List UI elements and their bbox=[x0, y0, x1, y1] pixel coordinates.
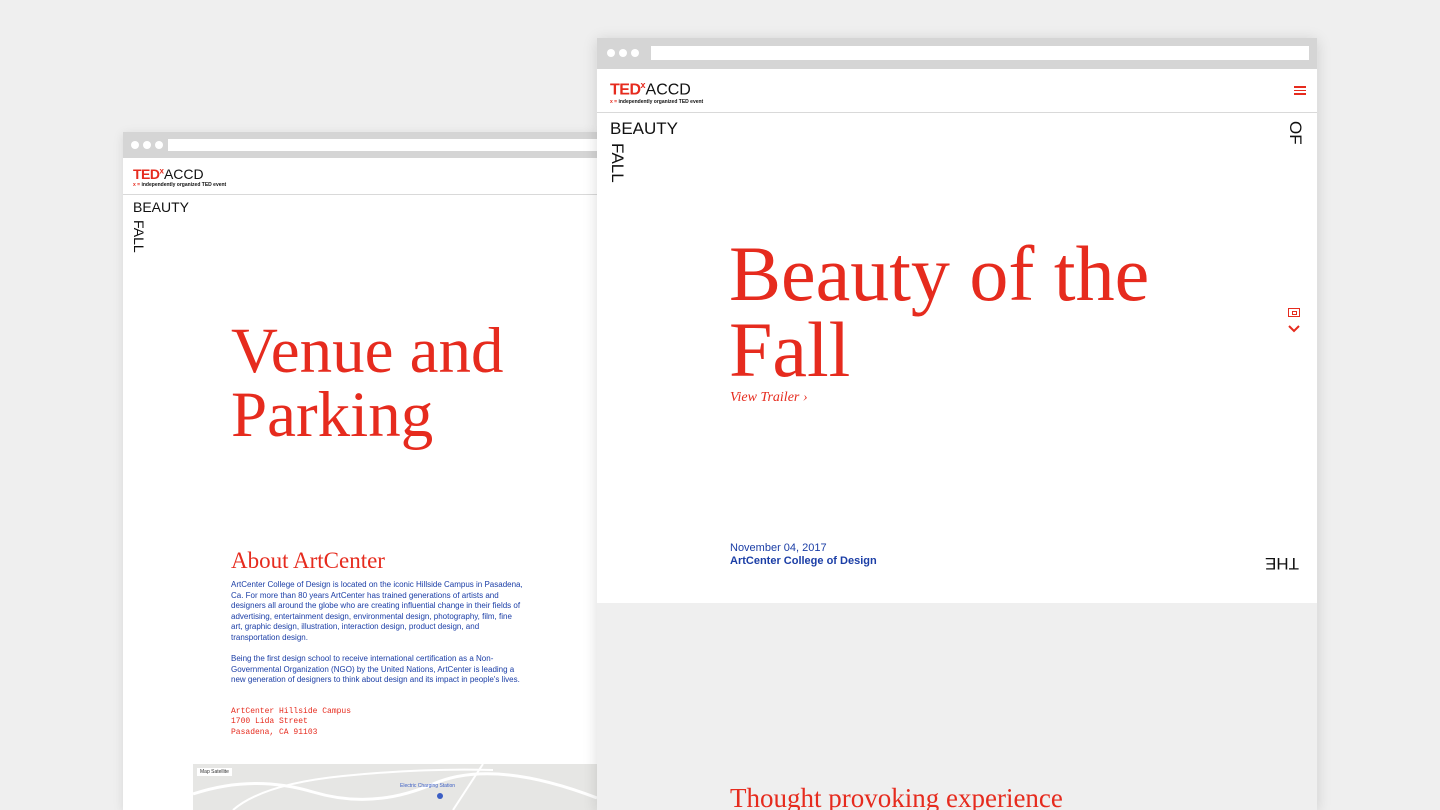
window-dot[interactable] bbox=[607, 49, 615, 57]
address-line: Pasadena, CA 91103 bbox=[231, 728, 318, 737]
window-dot[interactable] bbox=[143, 141, 151, 149]
side-label-beauty: BEAUTY bbox=[133, 199, 190, 215]
window-dot[interactable] bbox=[131, 141, 139, 149]
menu-icon[interactable] bbox=[1294, 84, 1306, 98]
logo-accd: ACCD bbox=[645, 81, 691, 99]
venue-page-window: TEDxACCD x = independently organized TED… bbox=[123, 132, 597, 810]
logo-tagline: independently organized TED event bbox=[618, 99, 704, 106]
about-paragraph: ArtCenter College of Design is located o… bbox=[231, 580, 523, 642]
about-paragraph: Being the first design school to receive… bbox=[231, 654, 520, 684]
browser-chrome bbox=[597, 38, 1317, 69]
section-heading: Thought provoking experience bbox=[730, 783, 1063, 810]
address-line: ArtCenter Hillside Campus bbox=[231, 707, 352, 716]
address-line: 1700 Lida Street bbox=[231, 717, 308, 726]
logo-accd: ACCD bbox=[163, 166, 204, 182]
chevron-down-icon[interactable] bbox=[1287, 322, 1301, 336]
event-date: November 04, 2017 bbox=[730, 542, 827, 554]
logo-tag-prefix: x = bbox=[610, 99, 618, 106]
tedx-logo[interactable]: TEDxACCD x = independently organized TED… bbox=[610, 81, 704, 106]
header-divider bbox=[597, 112, 1317, 113]
window-controls[interactable] bbox=[131, 141, 163, 149]
logo-tag-prefix: x = bbox=[133, 182, 141, 188]
hero-title: Beauty of the Fall bbox=[729, 230, 1150, 393]
browser-chrome bbox=[123, 132, 597, 158]
logo-ted: TED bbox=[610, 81, 641, 99]
side-label-fall: FALL bbox=[131, 220, 147, 253]
address-bar[interactable] bbox=[651, 46, 1309, 60]
tedx-logo[interactable]: TEDxACCD x = independently organized TED… bbox=[133, 167, 226, 188]
window-dot[interactable] bbox=[155, 141, 163, 149]
logo-tagline: independently organized TED event bbox=[141, 182, 227, 188]
side-label-fall: FALL bbox=[608, 143, 627, 183]
window-dot[interactable] bbox=[619, 49, 627, 57]
map-roads bbox=[193, 764, 597, 810]
header-divider bbox=[123, 194, 597, 195]
map-type-toggle[interactable]: Map Satellite bbox=[197, 768, 232, 776]
event-venue: ArtCenter College of Design bbox=[730, 555, 877, 567]
logo-ted: TED bbox=[133, 166, 160, 182]
window-dot[interactable] bbox=[631, 49, 639, 57]
window-controls[interactable] bbox=[607, 49, 639, 57]
map-poi-label: Electric Charging Station bbox=[400, 783, 456, 789]
home-page-window: TEDxACCD x = independently organized TED… bbox=[597, 38, 1317, 810]
side-label-of: OF bbox=[1286, 121, 1305, 145]
intro-section bbox=[597, 603, 1317, 810]
side-label-the: THE bbox=[1265, 554, 1299, 573]
campus-map[interactable]: Map Satellite Electric Charging Station bbox=[193, 764, 597, 810]
side-label-beauty: BEAUTY bbox=[610, 119, 679, 138]
view-trailer-link[interactable]: View Trailer › bbox=[730, 390, 808, 406]
address-bar[interactable] bbox=[168, 139, 597, 151]
page-title: Venue and Parking bbox=[231, 315, 504, 451]
about-heading: About ArtCenter bbox=[231, 548, 385, 573]
ticket-icon[interactable] bbox=[1288, 308, 1300, 317]
